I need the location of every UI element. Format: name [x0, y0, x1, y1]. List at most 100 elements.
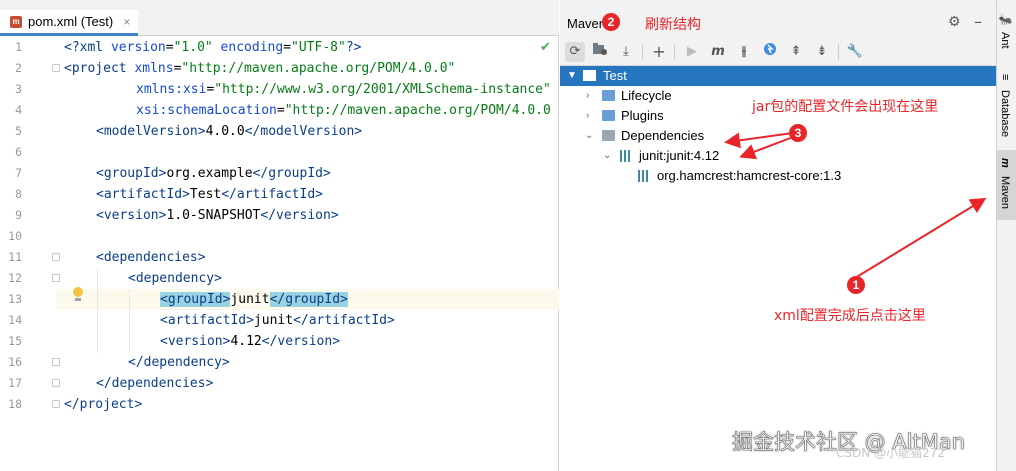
code-line-11[interactable]: <dependencies> — [96, 247, 206, 268]
folder-icon — [602, 90, 615, 101]
tab-pom-xml[interactable]: m pom.xml (Test) × — [0, 10, 139, 36]
skip-tests-icon[interactable] — [760, 42, 780, 62]
tree-label: Dependencies — [621, 128, 705, 143]
code-line-17[interactable]: </dependencies> — [96, 373, 213, 394]
line-number: 12 — [8, 271, 22, 285]
maven-title: Maven — [567, 16, 607, 31]
code-line-4[interactable]: xsi:schemaLocation="http://maven.apache.… — [136, 100, 551, 121]
fold-marker[interactable] — [52, 253, 60, 261]
indent-guide — [129, 290, 130, 353]
fold-marker[interactable] — [52, 400, 60, 408]
code-line-18[interactable]: </project> — [64, 394, 142, 415]
close-tab-icon[interactable]: × — [123, 15, 130, 29]
line-number: 9 — [15, 208, 22, 222]
indent-guide — [97, 269, 98, 353]
lightbulb-icon[interactable] — [72, 287, 84, 301]
hide-icon[interactable]: – — [974, 12, 982, 31]
code-line-1[interactable]: <?xml version="1.0" encoding="UTF-8"?> — [64, 37, 361, 58]
tree-item-junit[interactable]: ⌄ junit:junit:4.12 — [560, 146, 996, 166]
line-number: 14 — [8, 313, 22, 327]
line-number: 4 — [15, 103, 22, 117]
module-icon — [583, 70, 596, 81]
chevron-down-icon[interactable]: ▼ — [567, 66, 577, 86]
tree-label: Plugins — [621, 108, 664, 123]
plus-icon[interactable]: + — [649, 42, 669, 62]
line-number: 16 — [8, 355, 22, 369]
tool-tab-maven[interactable]: Maven — [999, 176, 1011, 209]
right-tool-strip: 🐜 Ant ≡ Database m Maven — [996, 0, 1016, 471]
toolbar-separator — [642, 44, 643, 60]
tree-label: org.hamcrest:hamcrest-core:1.3 — [657, 168, 842, 183]
watermark-csdn: CSDN @小能猫272 — [836, 446, 945, 460]
settings-wrench-icon[interactable]: 🔧 — [845, 42, 865, 62]
annotation-badge-3: 3 — [789, 124, 807, 142]
library-icon — [620, 150, 634, 162]
code-line-7[interactable]: <groupId>org.example</groupId> — [96, 163, 331, 184]
chevron-right-icon[interactable]: › — [586, 86, 589, 106]
toolbar-separator — [838, 44, 839, 60]
database-icon[interactable]: ≡ — [999, 74, 1011, 80]
chevron-down-icon[interactable]: ⌄ — [603, 146, 611, 166]
fold-marker[interactable] — [52, 274, 60, 282]
line-number: 7 — [15, 166, 22, 180]
download-icon[interactable]: ⤓ — [616, 42, 636, 62]
line-number: 6 — [15, 145, 22, 159]
annotation-click-label: xml配置完成后点击这里 — [774, 308, 926, 324]
code-line-9[interactable]: <version>1.0-SNAPSHOT</version> — [96, 205, 339, 226]
line-number: 3 — [15, 82, 22, 96]
annotation-refresh-label: 刷新结构 — [645, 17, 701, 33]
tree-label: junit:junit:4.12 — [639, 148, 720, 163]
chevron-right-icon[interactable]: › — [586, 106, 589, 126]
line-number: 11 — [8, 250, 22, 264]
maven-header: Maven ⚙ – — [560, 0, 996, 38]
maven-icon[interactable]: m — [999, 158, 1011, 168]
annotation-badge-1: 1 — [847, 276, 865, 294]
tree-item-hamcrest[interactable]: org.hamcrest:hamcrest-core:1.3 — [560, 166, 996, 186]
tree-label: Lifecycle — [621, 88, 672, 103]
no-problems-check-icon[interactable]: ✔ — [540, 40, 551, 55]
maven-file-icon: m — [10, 15, 22, 28]
code-line-16[interactable]: </dependency> — [128, 352, 230, 373]
line-number: 18 — [8, 397, 22, 411]
code-line-12[interactable]: <dependency> — [128, 268, 222, 289]
code-line-2[interactable]: <project xmlns="http://maven.apache.org/… — [64, 58, 455, 79]
line-number: 2 — [15, 61, 22, 75]
line-number: 15 — [8, 334, 22, 348]
code-line-13[interactable]: <groupId>junit</groupId> — [160, 289, 348, 310]
refresh-icon[interactable]: ⟳ — [565, 42, 585, 62]
code-line-8[interactable]: <artifactId>Test</artifactId> — [96, 184, 323, 205]
fold-marker[interactable] — [52, 358, 60, 366]
folder-icon — [602, 130, 615, 141]
tree-item-test[interactable]: ▼ Test — [560, 66, 996, 86]
line-number-gutter: 1 2 3 4 5 6 7 8 9 10 11 12 13 14 15 16 1… — [0, 37, 56, 471]
code-line-5[interactable]: <modelVersion>4.0.0</modelVersion> — [96, 121, 362, 142]
maven-goal-icon[interactable]: m — [708, 42, 728, 62]
library-icon — [638, 170, 652, 182]
code-line-14[interactable]: <artifactId>junit</artifactId> — [160, 310, 395, 331]
line-number: 5 — [15, 124, 22, 138]
tool-tab-database[interactable]: Database — [999, 90, 1011, 137]
collapse-icon[interactable]: ⇟ — [812, 42, 832, 62]
chevron-down-icon[interactable]: ⌄ — [585, 126, 593, 146]
line-number: 17 — [8, 376, 22, 390]
add-maven-project-icon[interactable] — [590, 42, 610, 62]
tree-item-dependencies[interactable]: ⌄ Dependencies — [560, 126, 996, 146]
code-line-3[interactable]: xmlns:xsi="http://www.w3.org/2001/XMLSch… — [136, 79, 551, 100]
line-number: 8 — [15, 187, 22, 201]
line-number: 1 — [15, 40, 22, 54]
fold-marker[interactable] — [52, 379, 60, 387]
annotation-badge-2: 2 — [602, 13, 620, 31]
code-line-15[interactable]: <version>4.12</version> — [160, 331, 340, 352]
tool-tab-ant[interactable]: Ant — [999, 32, 1011, 49]
ant-icon[interactable]: 🐜 — [999, 14, 1012, 27]
tab-label: pom.xml (Test) — [28, 14, 114, 29]
fold-marker[interactable] — [52, 64, 60, 72]
run-icon[interactable]: ▶ — [682, 42, 702, 62]
editor-tab-bar: m pom.xml (Test) × — [0, 0, 559, 36]
editor-pane: m pom.xml (Test) × 1 2 3 4 5 6 7 8 9 10 … — [0, 0, 559, 471]
show-dependencies-icon[interactable]: ⇞ — [786, 42, 806, 62]
tree-label: Test — [603, 68, 627, 83]
toggle-offline-icon[interactable]: ⫲ — [734, 42, 754, 62]
gear-icon[interactable]: ⚙ — [948, 14, 961, 30]
folder-icon — [602, 110, 615, 121]
